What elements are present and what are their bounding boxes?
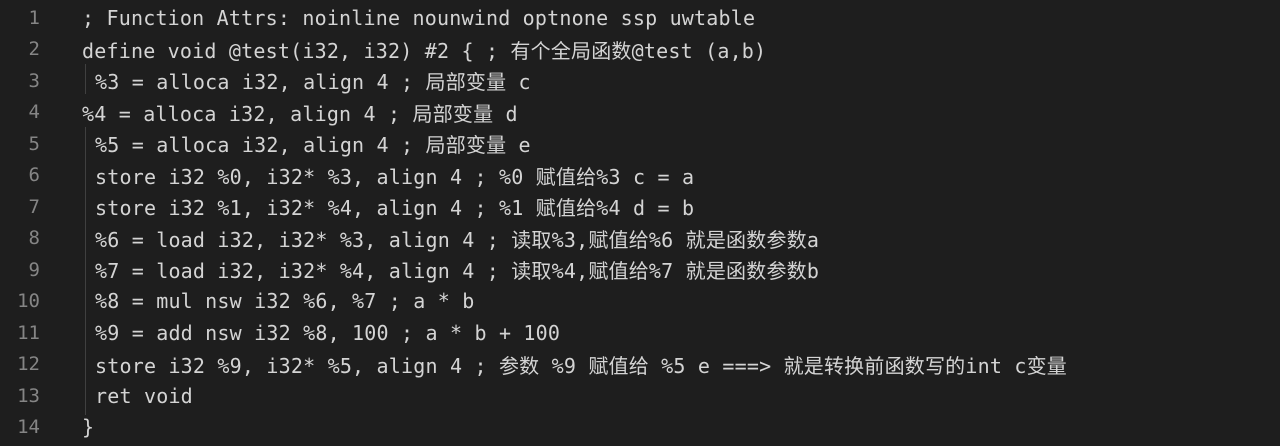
line-number: 7 [28,195,40,218]
line-text: ; Function Attrs: noinline nounwind optn… [82,5,756,30]
line-number: 10 [17,290,40,313]
code-line[interactable]: 7 store i32 %1, i32* %4, align 4 ; %1 赋值… [0,191,1280,223]
line-number: 12 [17,353,40,376]
line-text: store i32 %9, i32* %5, align 4 ; 参数 %9 赋… [95,353,1067,378]
line-number: 6 [28,164,40,187]
code-line[interactable]: 13 ret void [0,380,1280,412]
line-text: store i32 %1, i32* %4, align 4 ; %1 赋值给%… [95,196,695,221]
code-line[interactable]: 11 %9 = add nsw i32 %8, 100 ; a * b + 10… [0,317,1280,349]
line-text: %6 = load i32, i32* %3, align 4 ; 读取%3,赋… [95,227,820,252]
line-text: define void @test(i32, i32) #2 { ; 有个全局函… [82,38,767,63]
line-number: 2 [28,38,40,61]
code-line[interactable]: 4 %4 = alloca i32, align 4 ; 局部变量 d [0,97,1280,129]
line-text: %7 = load i32, i32* %4, align 4 ; 读取%4,赋… [95,259,820,284]
line-number: 13 [17,384,40,407]
line-text: ret void [95,383,193,408]
code-line[interactable]: 8 %6 = load i32, i32* %3, align 4 ; 读取%3… [0,223,1280,255]
line-number: 3 [28,69,40,92]
line-number: 4 [28,101,40,124]
code-line[interactable]: 14 } [0,412,1280,444]
code-line[interactable]: 9 %7 = load i32, i32* %4, align 4 ; 读取%4… [0,254,1280,286]
code-line[interactable]: 3 %3 = alloca i32, align 4 ; 局部变量 c [0,65,1280,97]
code-line[interactable]: 1 ; Function Attrs: noinline nounwind op… [0,2,1280,34]
line-number: 5 [28,132,40,155]
line-number: 11 [17,321,40,344]
line-text: %5 = alloca i32, align 4 ; 局部变量 e [95,133,531,158]
code-line[interactable]: 6 store i32 %0, i32* %3, align 4 ; %0 赋值… [0,160,1280,192]
line-text: %9 = add nsw i32 %8, 100 ; a * b + 100 [95,320,561,345]
line-number: 8 [28,227,40,250]
code-editor[interactable]: 1 ; Function Attrs: noinline nounwind op… [0,0,1280,446]
code-line[interactable]: 2 define void @test(i32, i32) #2 { ; 有个全… [0,34,1280,66]
line-number: 9 [28,258,40,281]
code-line[interactable]: 10 %8 = mul nsw i32 %6, %7 ; a * b [0,286,1280,318]
code-line[interactable]: 12 store i32 %9, i32* %5, align 4 ; 参数 %… [0,349,1280,381]
line-text: store i32 %0, i32* %3, align 4 ; %0 赋值给%… [95,164,695,189]
line-number: 1 [28,6,40,29]
line-number: 14 [17,416,40,439]
code-line[interactable]: 5 %5 = alloca i32, align 4 ; 局部变量 e [0,128,1280,160]
line-text: %8 = mul nsw i32 %6, %7 ; a * b [95,289,475,314]
line-text: } [82,415,95,440]
line-text: %4 = alloca i32, align 4 ; 局部变量 d [82,101,518,126]
line-text: %3 = alloca i32, align 4 ; 局部变量 c [95,70,531,95]
